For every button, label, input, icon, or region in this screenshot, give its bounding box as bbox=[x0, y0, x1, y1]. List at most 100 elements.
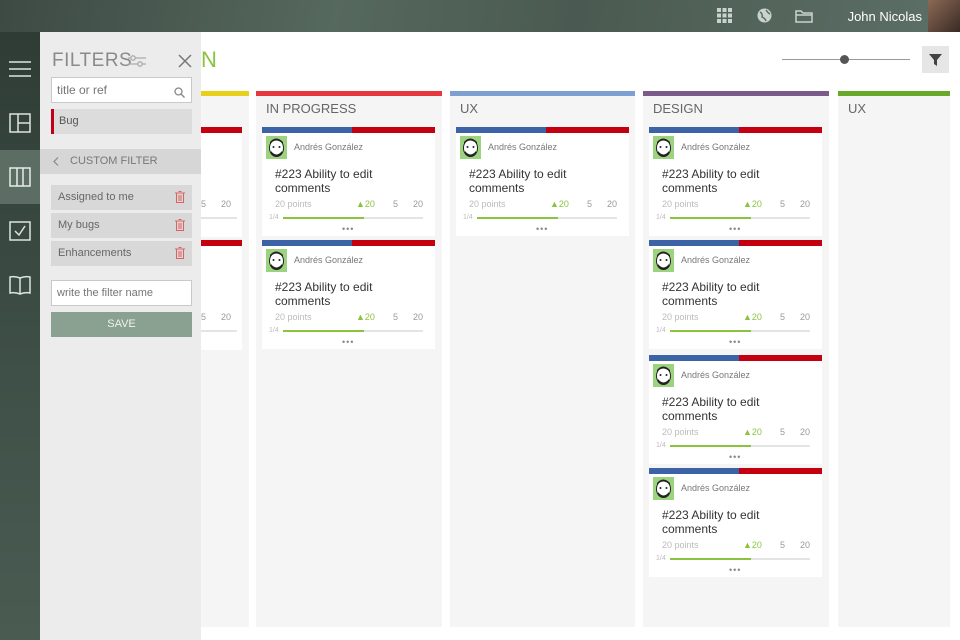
more-icon[interactable]: ••• bbox=[342, 224, 354, 234]
author-avatar bbox=[653, 249, 674, 272]
search-icon[interactable] bbox=[174, 85, 185, 103]
card-count: 5 bbox=[780, 427, 786, 437]
card-author: Andrés González bbox=[681, 370, 751, 380]
card-points: 20 points bbox=[275, 199, 312, 209]
card-task-fraction: 1/4 bbox=[656, 555, 666, 562]
card-progress-fill bbox=[283, 217, 365, 219]
card-upvotes: ▲20 bbox=[743, 312, 762, 322]
column-title: IN PROGRESS bbox=[266, 101, 357, 116]
story-card[interactable]: Andrés González #223 Ability to edit com… bbox=[649, 468, 822, 577]
filters-title: FILTERS bbox=[52, 50, 133, 71]
custom-filter-item[interactable]: Assigned to me bbox=[51, 185, 192, 210]
trash-icon[interactable] bbox=[175, 191, 185, 206]
card-progress-track bbox=[477, 217, 617, 219]
custom-filter-item[interactable]: My bugs bbox=[51, 213, 192, 238]
checklist-icon[interactable] bbox=[0, 204, 40, 258]
more-icon[interactable]: ••• bbox=[729, 337, 741, 347]
user-avatar[interactable] bbox=[928, 0, 960, 32]
globe-icon[interactable] bbox=[757, 8, 773, 24]
custom-filter-item[interactable]: Enhancements bbox=[51, 241, 192, 266]
card-author: Andrés González bbox=[681, 483, 751, 493]
sliders-icon bbox=[128, 53, 146, 74]
card-title[interactable]: #223 Ability to edit comments bbox=[469, 167, 619, 195]
applied-filter-bug[interactable]: Bug bbox=[51, 109, 192, 134]
card-upvotes: ▲20 bbox=[356, 199, 375, 209]
card-count: 5 bbox=[587, 199, 593, 209]
card-count: 5 bbox=[780, 312, 786, 322]
card-title[interactable]: #223 Ability to edit comments bbox=[662, 395, 812, 423]
card-count: 5 bbox=[393, 199, 399, 209]
filter-search-input[interactable] bbox=[52, 78, 167, 102]
menu-icon[interactable] bbox=[0, 42, 40, 96]
card-author: Andrés González bbox=[681, 142, 751, 152]
story-card-partial[interactable]: 5 20 bbox=[201, 240, 242, 350]
story-card-partial[interactable]: 5 20 bbox=[201, 127, 242, 237]
story-card[interactable]: Andrés González #223 Ability to edit com… bbox=[456, 127, 629, 236]
more-icon[interactable]: ••• bbox=[729, 565, 741, 575]
card-points: 20 points bbox=[662, 199, 699, 209]
story-card[interactable]: Andrés González #223 Ability to edit com… bbox=[649, 127, 822, 236]
card-author: Andrés González bbox=[488, 142, 558, 152]
book-icon[interactable] bbox=[0, 258, 40, 312]
card-title[interactable]: #223 Ability to edit comments bbox=[662, 508, 812, 536]
card-count: 5 bbox=[201, 312, 207, 322]
author-avatar bbox=[266, 136, 287, 159]
story-card[interactable]: Andrés González #223 Ability to edit com… bbox=[649, 355, 822, 464]
custom-filter-label: Assigned to me bbox=[58, 191, 134, 203]
custom-filter-label: CUSTOM FILTER bbox=[70, 155, 158, 167]
card-progress-track bbox=[670, 558, 810, 560]
card-task-fraction: 1/4 bbox=[269, 327, 279, 334]
filter-button[interactable] bbox=[922, 46, 949, 73]
card-count: 20 bbox=[800, 427, 811, 437]
card-type-bar bbox=[456, 127, 629, 133]
close-icon[interactable] bbox=[178, 54, 192, 73]
kanban-icon[interactable] bbox=[0, 150, 40, 204]
card-count: 20 bbox=[800, 540, 811, 550]
card-upvotes: ▲20 bbox=[743, 540, 762, 550]
card-upvotes: ▲20 bbox=[743, 199, 762, 209]
column-color-bar bbox=[643, 91, 829, 96]
more-icon[interactable]: ••• bbox=[729, 224, 741, 234]
column-color-bar bbox=[201, 91, 249, 96]
card-title[interactable]: #223 Ability to edit comments bbox=[275, 280, 425, 308]
card-progress-fill bbox=[670, 217, 752, 219]
card-title[interactable]: #223 Ability to edit comments bbox=[662, 167, 812, 195]
more-icon[interactable]: ••• bbox=[342, 337, 354, 347]
card-points: 20 points bbox=[662, 540, 699, 550]
more-icon[interactable]: ••• bbox=[729, 452, 741, 462]
card-count: 5 bbox=[780, 540, 786, 550]
layout-icon[interactable] bbox=[0, 96, 40, 150]
save-button[interactable]: SAVE bbox=[51, 312, 192, 337]
zoom-slider-handle[interactable] bbox=[840, 55, 849, 64]
story-card[interactable]: Andrés González #223 Ability to edit com… bbox=[649, 240, 822, 349]
card-count: 5 bbox=[393, 312, 399, 322]
folder-icon[interactable] bbox=[795, 8, 813, 24]
user-name[interactable]: John Nicolas bbox=[848, 9, 922, 24]
card-progress-fill bbox=[283, 330, 365, 332]
more-icon[interactable]: ••• bbox=[536, 224, 548, 234]
trash-icon[interactable] bbox=[175, 219, 185, 234]
card-type-bar bbox=[262, 240, 435, 246]
author-avatar bbox=[653, 477, 674, 500]
card-count: 5 bbox=[201, 199, 207, 209]
filter-name-input[interactable] bbox=[52, 281, 187, 305]
author-avatar bbox=[460, 136, 481, 159]
custom-filter-label: Enhancements bbox=[58, 247, 132, 259]
story-card[interactable]: Andrés González #223 Ability to edit com… bbox=[262, 127, 435, 236]
card-type-bar bbox=[649, 127, 822, 133]
card-title[interactable]: #223 Ability to edit comments bbox=[662, 280, 812, 308]
card-count: 5 bbox=[780, 199, 786, 209]
trash-icon[interactable] bbox=[175, 247, 185, 262]
card-count: 20 bbox=[800, 312, 811, 322]
card-task-fraction: 1/4 bbox=[656, 442, 666, 449]
custom-filter-toggle[interactable]: CUSTOM FILTER bbox=[40, 149, 201, 174]
card-progress-track bbox=[670, 445, 810, 447]
card-author: Andrés González bbox=[294, 142, 364, 152]
card-count: 20 bbox=[413, 199, 424, 209]
card-task-fraction: 1/4 bbox=[269, 214, 279, 221]
story-card[interactable]: Andrés González #223 Ability to edit com… bbox=[262, 240, 435, 349]
card-progress-track bbox=[283, 217, 423, 219]
card-task-fraction: 1/4 bbox=[463, 214, 473, 221]
card-title[interactable]: #223 Ability to edit comments bbox=[275, 167, 425, 195]
grid-icon[interactable] bbox=[717, 8, 733, 24]
